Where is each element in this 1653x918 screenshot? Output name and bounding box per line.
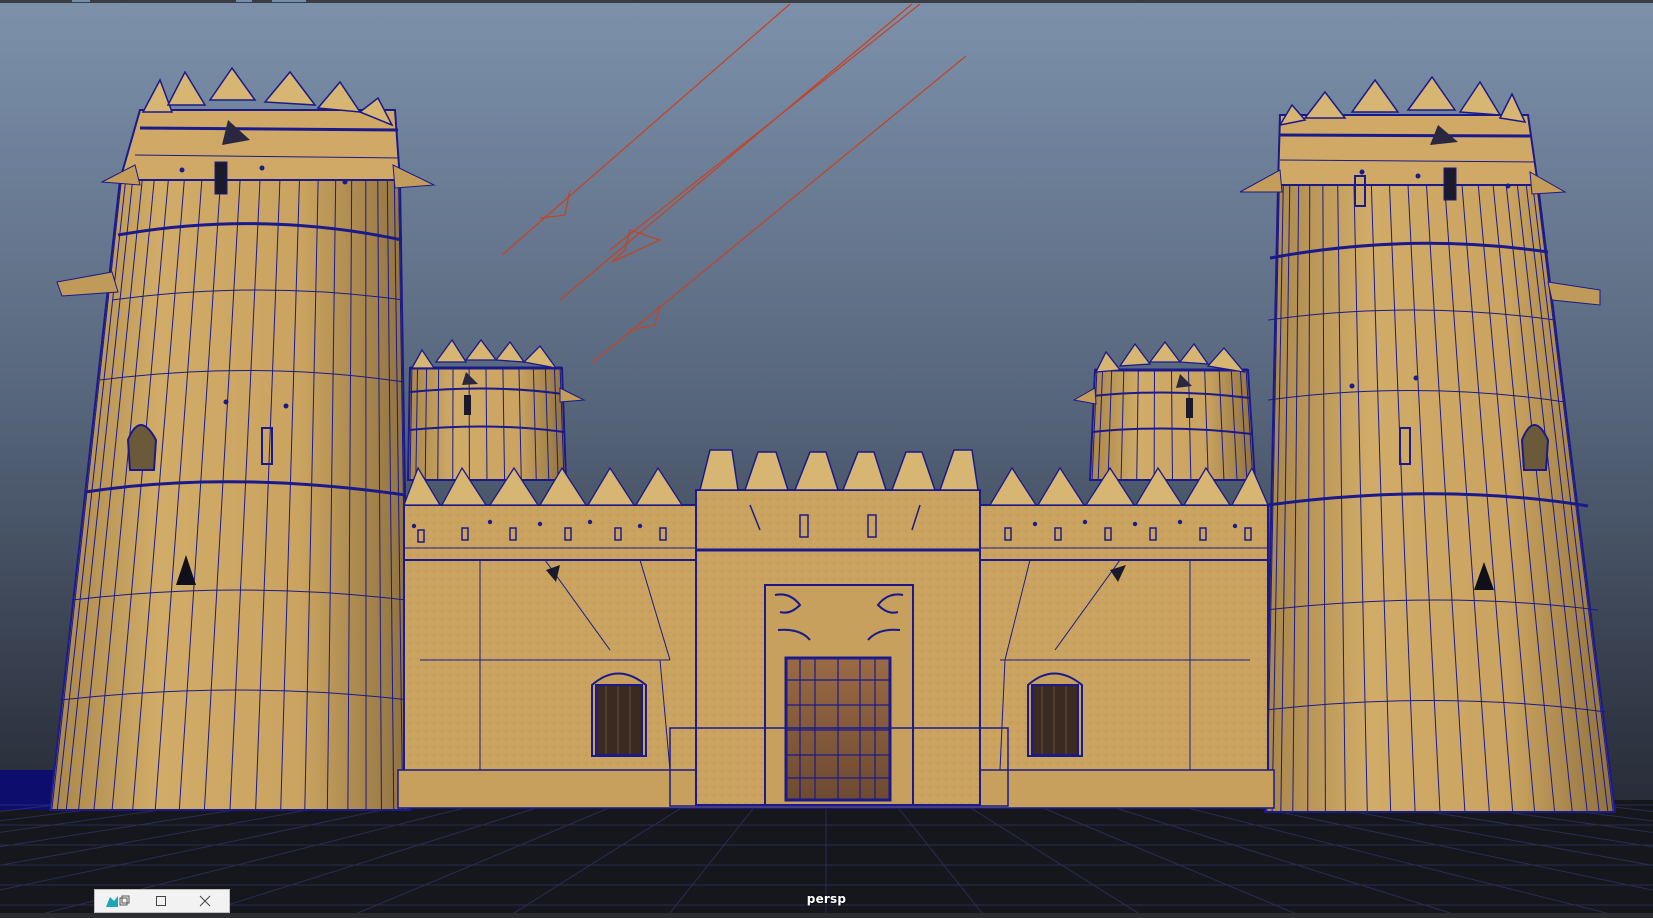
top-panel-marker: [236, 0, 252, 2]
left-main-tower[interactable]: [48, 66, 436, 811]
maximize-icon[interactable]: [139, 890, 183, 912]
window-controls: [94, 889, 230, 913]
viewport-bottom-border: [0, 913, 1653, 918]
left-window: [591, 672, 647, 757]
maya-perspective-viewport[interactable]: persp: [0, 0, 1653, 918]
close-icon[interactable]: [183, 890, 227, 912]
app-icon[interactable]: [95, 890, 139, 912]
gatehouse[interactable]: [669, 449, 1009, 807]
top-panel-marker: [72, 0, 90, 2]
camera-name-label: persp: [806, 892, 847, 906]
fort-scene[interactable]: [0, 0, 1653, 918]
top-panel-marker: [272, 0, 306, 2]
right-window: [1027, 672, 1083, 757]
